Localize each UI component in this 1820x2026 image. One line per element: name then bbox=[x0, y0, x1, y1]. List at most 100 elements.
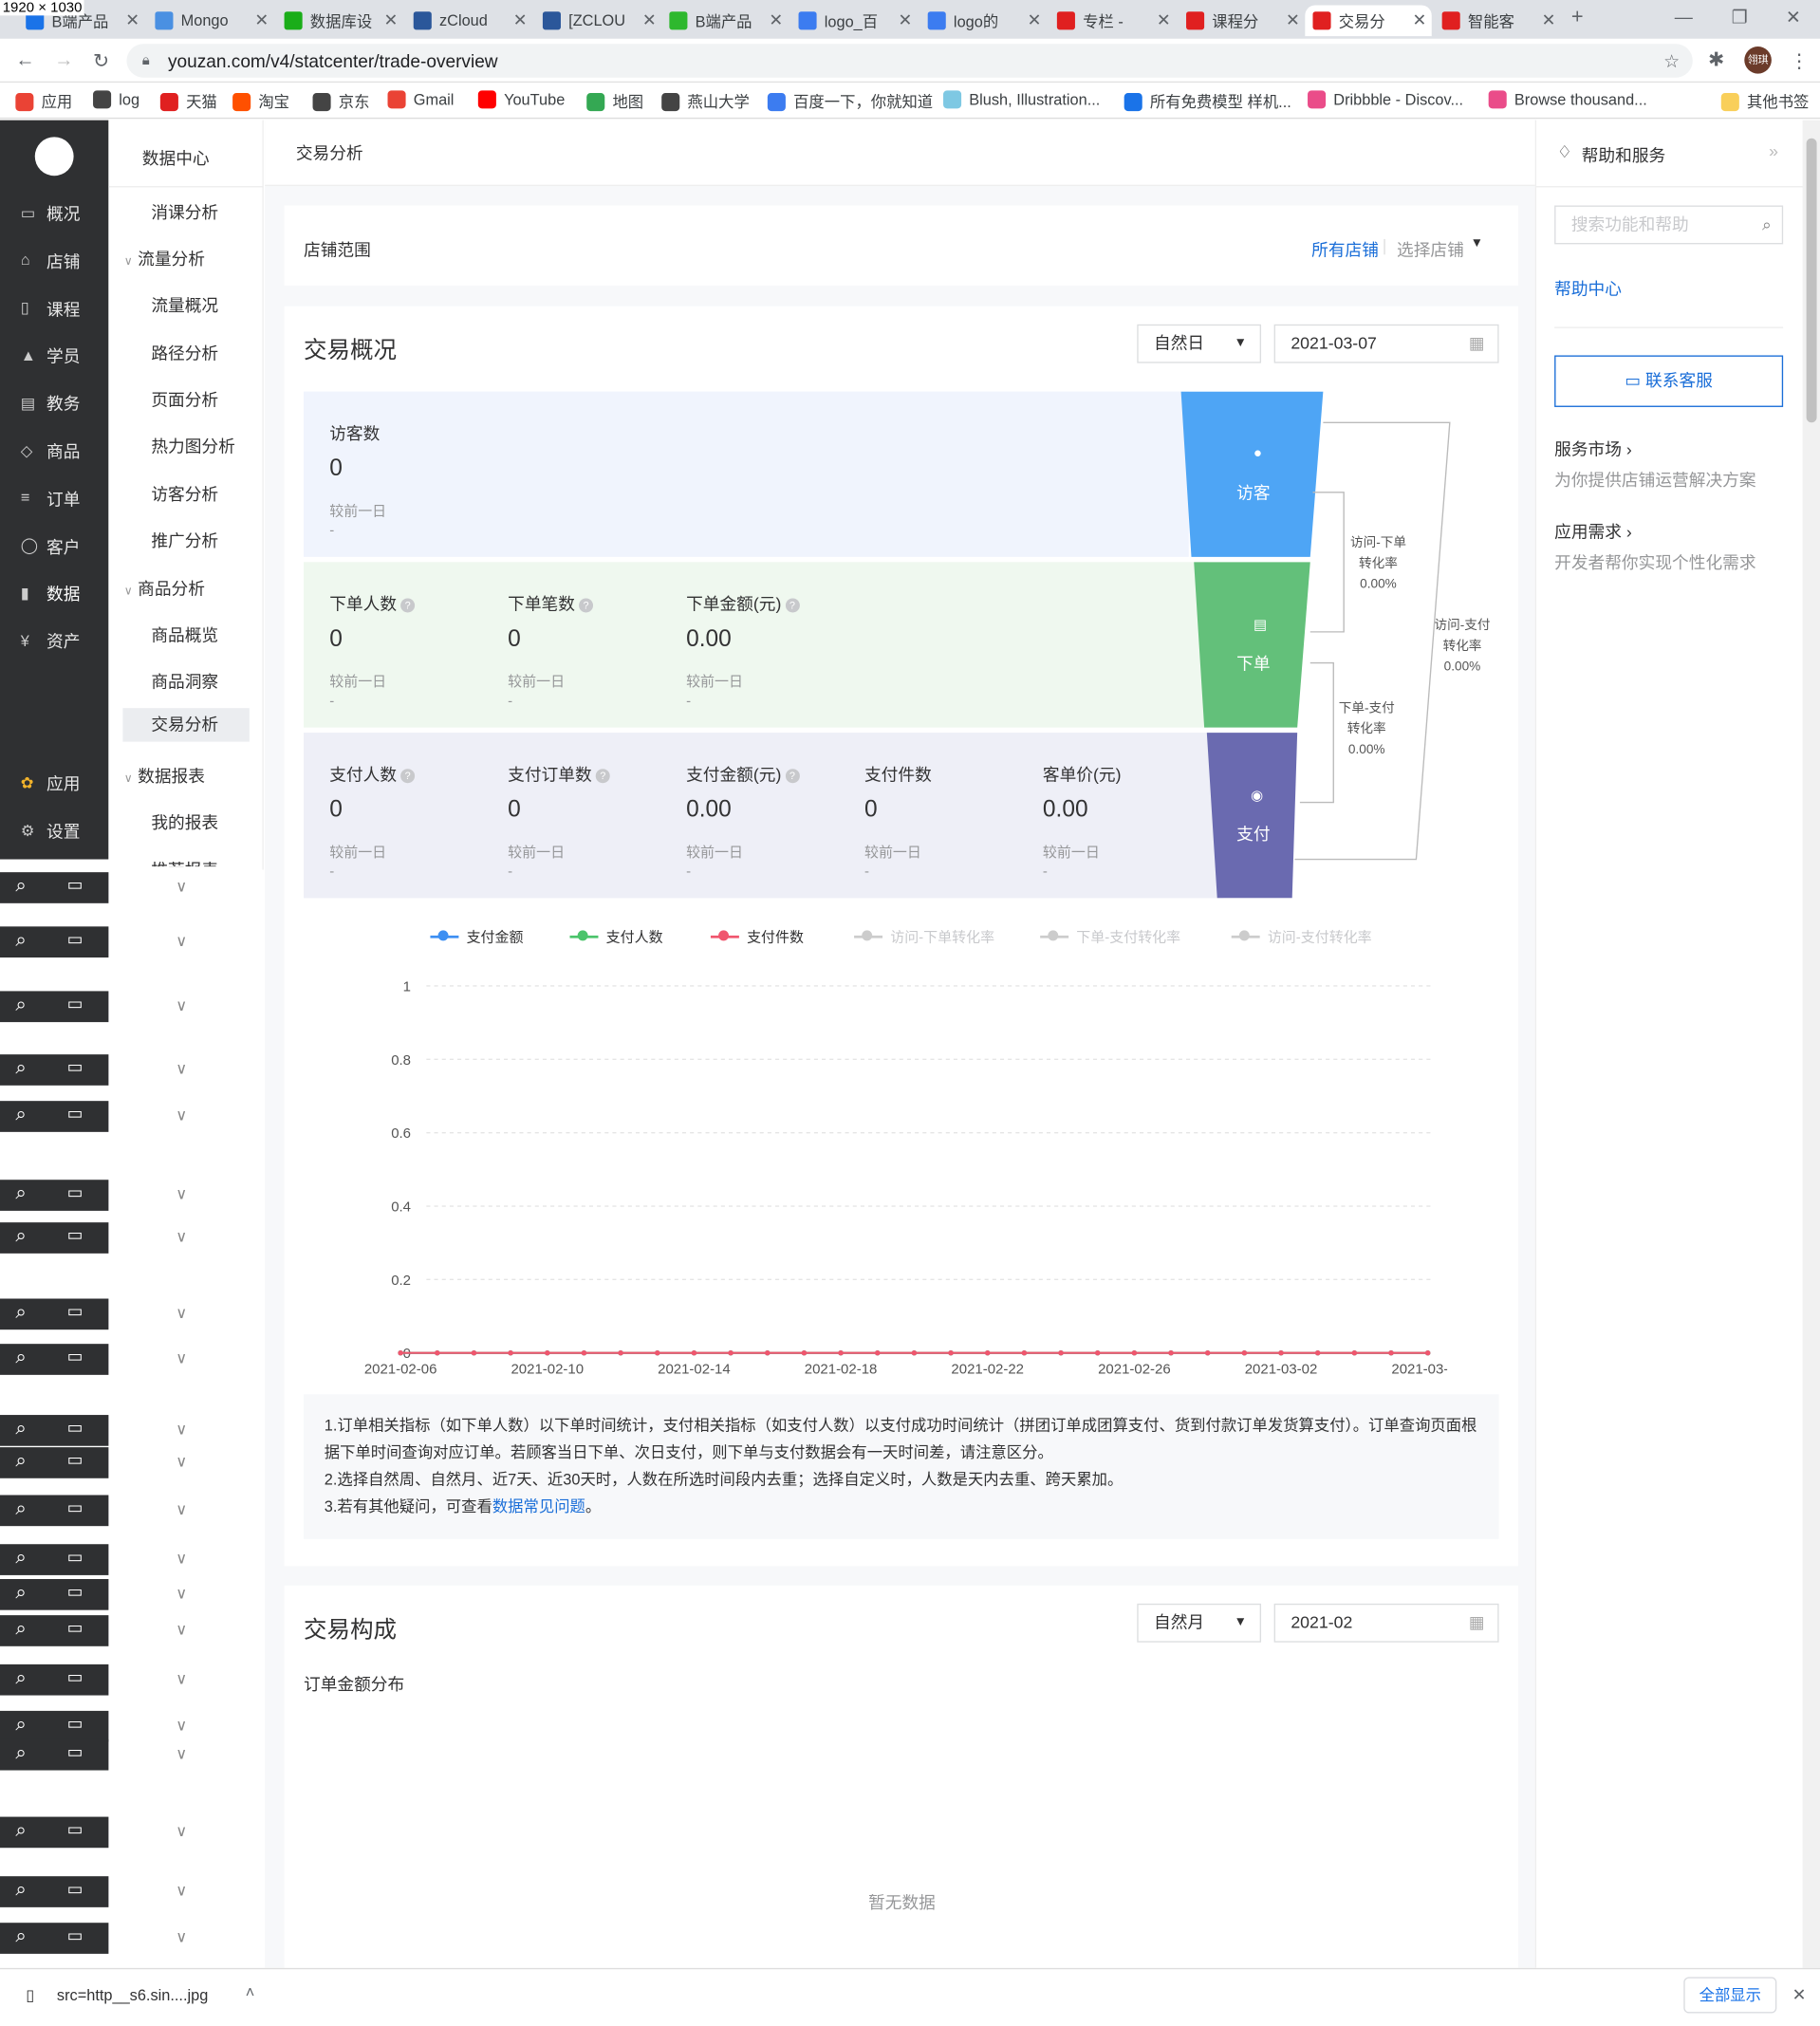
scrollbar-thumb[interactable] bbox=[1806, 138, 1817, 423]
help-icon[interactable]: ? bbox=[785, 598, 800, 613]
nav-item-4[interactable]: ▤ 教务 bbox=[21, 390, 81, 415]
bookmark-item[interactable]: YouTube bbox=[477, 90, 565, 109]
service-market-link[interactable]: 服务市场 › bbox=[1554, 436, 1632, 460]
select-store-dropdown[interactable]: 选择店铺 bbox=[1397, 236, 1464, 261]
all-stores-link[interactable]: 所有店铺 bbox=[1311, 236, 1379, 261]
bookmark-item[interactable]: 天猫 bbox=[159, 90, 217, 112]
help-icon[interactable]: ? bbox=[579, 598, 594, 613]
bookmark-item[interactable]: 燕山大学 bbox=[661, 90, 750, 112]
legend-item[interactable]: 下单-支付转化率 bbox=[1040, 926, 1180, 947]
extensions-icon[interactable]: ✱ bbox=[1708, 47, 1724, 71]
bookmark-item[interactable]: 百度一下，你就知道 bbox=[767, 90, 933, 112]
subnav-item[interactable]: 流量概况 bbox=[151, 292, 218, 317]
nav-item-6[interactable]: ≡ 订单 bbox=[21, 486, 81, 511]
contact-support-button[interactable]: ▭ 联系客服 bbox=[1554, 355, 1784, 407]
tab-close-icon[interactable]: ✕ bbox=[513, 10, 528, 31]
help-center-link[interactable]: 帮助中心 bbox=[1554, 275, 1622, 300]
legend-item[interactable]: 支付金额 bbox=[430, 926, 523, 947]
tab-close-icon[interactable]: ✕ bbox=[1542, 10, 1556, 31]
help-icon[interactable]: ? bbox=[595, 769, 610, 784]
browser-tab[interactable]: zCloud ✕ bbox=[406, 5, 532, 36]
tab-close-icon[interactable]: ✕ bbox=[899, 10, 913, 31]
nav-item-7[interactable]: ◯ 客户 bbox=[21, 533, 81, 558]
browser-tab[interactable]: 数据库设 ✕ bbox=[276, 5, 402, 36]
download-filename[interactable]: src=http__s6.sin....jpg bbox=[57, 1986, 208, 2004]
page-scrollbar[interactable] bbox=[1802, 120, 1820, 1968]
tab-close-icon[interactable]: ✕ bbox=[1286, 10, 1300, 31]
bookmark-item[interactable]: 京东 bbox=[312, 90, 369, 112]
browser-tab[interactable]: 交易分 ✕ bbox=[1305, 5, 1432, 37]
new-tab-icon[interactable]: + bbox=[1571, 7, 1584, 30]
help-icon[interactable]: ? bbox=[400, 769, 416, 784]
legend-item[interactable]: 访问-下单转化率 bbox=[854, 926, 994, 947]
date-picker[interactable]: 2021-03-07 ▦ bbox=[1273, 324, 1499, 363]
browser-tab[interactable]: 智能客 ✕ bbox=[1434, 5, 1560, 36]
legend-item[interactable]: 支付件数 bbox=[710, 926, 804, 947]
composition-period-select[interactable]: 自然月 ▼ bbox=[1137, 1603, 1262, 1643]
subnav-item[interactable]: 我的报表 bbox=[151, 809, 218, 833]
browser-tab[interactable]: 课程分 ✕ bbox=[1179, 5, 1305, 36]
help-search-input[interactable]: 搜索功能和帮助 ⌕ bbox=[1554, 205, 1784, 245]
subnav-item[interactable]: 路径分析 bbox=[151, 340, 218, 364]
bookmark-item[interactable]: 地图 bbox=[586, 90, 643, 112]
nav-bottom-item[interactable]: ✿ 应用 bbox=[21, 771, 81, 795]
legend-item[interactable]: 支付人数 bbox=[569, 926, 663, 947]
other-bookmarks[interactable]: 其他书签 bbox=[1720, 90, 1809, 112]
caret-down-icon[interactable]: ▼ bbox=[1471, 236, 1483, 251]
search-icon[interactable]: ⌕ bbox=[1762, 207, 1772, 243]
url-bar[interactable]: 🔒︎ youzan.com/v4/statcenter/trade-overvi… bbox=[126, 44, 1693, 78]
forward-icon[interactable]: → bbox=[54, 49, 73, 71]
browser-tab[interactable]: logo_百 ✕ bbox=[790, 5, 917, 36]
subnav-item[interactable]: 消课分析 bbox=[151, 199, 218, 224]
browser-tab[interactable]: 专栏 - ✕ bbox=[1049, 5, 1176, 36]
subnav-item[interactable]: 推广分析 bbox=[151, 528, 218, 552]
tab-close-icon[interactable]: ✕ bbox=[769, 10, 783, 31]
subnav-item[interactable]: ∨ 流量分析 bbox=[124, 246, 205, 270]
avatar[interactable]: 翎琪 bbox=[1744, 46, 1772, 74]
faq-link[interactable]: 数据常见问题 bbox=[492, 1497, 585, 1515]
bookmark-item[interactable]: 所有免费模型 样机... bbox=[1124, 90, 1291, 112]
subnav-item[interactable]: ∨ 数据报表 bbox=[124, 762, 205, 787]
reload-icon[interactable]: ↻ bbox=[93, 49, 109, 72]
subnav-item[interactable]: 访客分析 bbox=[151, 481, 218, 506]
bookmark-item[interactable]: 应用 bbox=[15, 90, 72, 112]
nav-item-5[interactable]: ◇ 商品 bbox=[21, 438, 81, 463]
tab-close-icon[interactable]: ✕ bbox=[254, 10, 269, 31]
restore-icon[interactable]: ❐ bbox=[1732, 7, 1748, 28]
tab-close-icon[interactable]: ✕ bbox=[1412, 10, 1426, 31]
nav-bottom-item[interactable]: ⚙ 设置 bbox=[21, 818, 81, 843]
shop-logo[interactable] bbox=[34, 137, 74, 177]
back-icon[interactable]: ← bbox=[15, 49, 34, 71]
app-request-link[interactable]: 应用需求 › bbox=[1554, 518, 1632, 543]
bookmark-item[interactable]: Blush, Illustration... bbox=[943, 90, 1100, 109]
subnav-item[interactable]: 热力图分析 bbox=[151, 433, 235, 457]
nav-item-8[interactable]: ▮ 数据 bbox=[21, 581, 81, 605]
help-icon[interactable]: ? bbox=[400, 598, 416, 613]
bookmark-item[interactable]: Browse thousand... bbox=[1488, 90, 1647, 109]
browser-tab[interactable]: Mongo ✕ bbox=[147, 5, 273, 36]
bookmark-item[interactable]: Gmail bbox=[387, 90, 454, 109]
minimize-icon[interactable]: — bbox=[1675, 7, 1693, 28]
bookmark-item[interactable]: log bbox=[93, 90, 139, 109]
nav-item-9[interactable]: ¥ 资产 bbox=[21, 628, 81, 653]
subnav-item[interactable]: 商品洞察 bbox=[151, 668, 218, 693]
menu-kebab-icon[interactable]: ⋮ bbox=[1790, 49, 1809, 72]
show-all-button[interactable]: 全部显示 bbox=[1683, 1977, 1777, 2014]
help-icon[interactable]: ? bbox=[785, 769, 800, 784]
subnav-item[interactable]: 页面分析 bbox=[151, 386, 218, 411]
nav-item-1[interactable]: ⌂ 店铺 bbox=[21, 248, 81, 272]
browser-tab[interactable]: logo的 ✕ bbox=[920, 5, 1047, 36]
tab-close-icon[interactable]: ✕ bbox=[125, 10, 139, 31]
browser-tab[interactable]: [ZCLOU ✕ bbox=[535, 5, 661, 36]
chevron-up-icon[interactable]: ˄ bbox=[246, 1983, 255, 2001]
subnav-item[interactable]: 商品概览 bbox=[151, 622, 218, 646]
tab-close-icon[interactable]: ✕ bbox=[384, 10, 399, 31]
bookmark-item[interactable]: Dribbble - Discov... bbox=[1308, 90, 1463, 109]
close-window-icon[interactable]: ✕ bbox=[1786, 7, 1801, 28]
subnav-item[interactable]: 交易分析 bbox=[122, 708, 250, 742]
subnav-item[interactable]: ∨ 商品分析 bbox=[124, 575, 205, 600]
bookmark-star-icon[interactable]: ☆ bbox=[1663, 44, 1680, 77]
legend-item[interactable]: 访问-支付转化率 bbox=[1231, 926, 1372, 947]
period-select[interactable]: 自然日 ▼ bbox=[1137, 324, 1262, 363]
close-icon[interactable]: ✕ bbox=[1792, 1985, 1807, 2006]
